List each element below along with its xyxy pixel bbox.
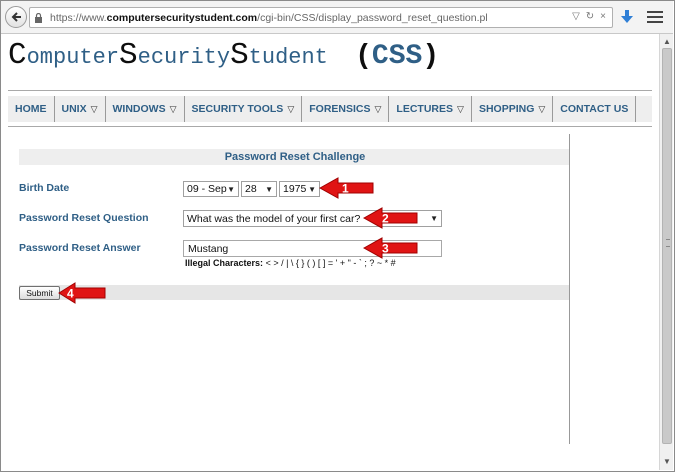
svg-text:4: 4 (67, 287, 74, 301)
chevron-down-icon: ▽ (169, 103, 177, 114)
nav-item-forensics[interactable]: FORENSICS ▽ (302, 96, 390, 122)
scroll-thumb[interactable] (662, 48, 672, 444)
chevron-down-icon: ▼ (227, 185, 235, 194)
reset-answer-label: Password Reset Answer (19, 242, 141, 254)
birth-month-select[interactable]: 09 - Sep ▼ (183, 181, 239, 197)
content-divider (569, 134, 570, 444)
reset-question-label: Password Reset Question (19, 212, 149, 224)
chevron-down-icon: ▽ (457, 103, 464, 114)
dropdown-history-icon[interactable]: ▽ (572, 11, 580, 22)
nav-divider-top (8, 90, 652, 91)
chevron-down-icon: ▽ (538, 103, 546, 114)
chevron-down-icon: ▽ (287, 103, 295, 114)
birth-day-select[interactable]: 28 ▼ (241, 181, 277, 197)
svg-text:2: 2 (382, 212, 389, 226)
scroll-down-icon[interactable]: ▼ (662, 457, 672, 467)
nav-item-shopping[interactable]: SHOPPING ▽ (472, 96, 554, 122)
download-button[interactable] (619, 8, 635, 26)
url-prefix: https://www. (50, 11, 107, 24)
annotation-arrow-4: 4 (58, 282, 106, 304)
chevron-down-icon: ▼ (430, 214, 438, 223)
menu-icon (647, 11, 663, 14)
download-icon (621, 10, 633, 23)
chevron-down-icon: ▼ (265, 185, 273, 194)
reload-icon[interactable]: ↻ (586, 11, 594, 22)
stop-icon[interactable]: × (600, 11, 606, 22)
browser-toolbar: https://www.computersecuritystudent.com/… (1, 1, 673, 34)
vertical-scrollbar[interactable]: ▲ ▼ (659, 34, 673, 470)
address-bar[interactable]: https://www.computersecuritystudent.com/… (29, 7, 613, 28)
chevron-down-icon: ▽ (90, 103, 98, 114)
form-title: Password Reset Challenge (19, 149, 569, 165)
lock-icon (34, 12, 48, 23)
back-arrow-icon (11, 12, 21, 22)
url-text: https://www.computersecuritystudent.com/… (50, 12, 488, 24)
annotation-arrow-2: 2 (362, 207, 418, 229)
nav-item-home[interactable]: HOME (8, 96, 55, 122)
nav-item-windows[interactable]: WINDOWS ▽ (106, 96, 185, 122)
nav-item-unix[interactable]: UNIX ▽ (55, 96, 106, 122)
menu-button[interactable] (646, 8, 664, 26)
svg-text:3: 3 (382, 242, 389, 256)
chevron-down-icon: ▽ (374, 103, 382, 114)
nav-divider-bottom (8, 126, 652, 127)
svg-text:1: 1 (342, 182, 349, 196)
main-nav: HOME UNIX ▽ WINDOWS ▽ SECURITY TOOLS ▽ FORE… (8, 96, 652, 122)
chevron-down-icon: ▼ (308, 185, 316, 194)
nav-item-lectures[interactable]: LECTURES ▽ (389, 96, 472, 122)
annotation-arrow-1: 1 (318, 177, 374, 199)
url-domain: computersecuritystudent.com (106, 11, 258, 24)
url-path: /cgi-bin/CSS/display_password_reset_ques… (257, 11, 488, 24)
nav-item-contact-us[interactable]: CONTACT US (553, 96, 637, 122)
annotation-arrow-3: 3 (362, 237, 418, 259)
scroll-up-icon[interactable]: ▲ (662, 37, 672, 47)
birth-date-label: Birth Date (19, 182, 70, 194)
site-title: ComputerSecurityStudent (CSS) (8, 38, 440, 73)
back-button[interactable] (5, 6, 27, 28)
nav-item-security-tools[interactable]: SECURITY TOOLS ▽ (185, 96, 303, 122)
submit-button[interactable]: Submit (19, 286, 60, 300)
birth-year-select[interactable]: 1975 ▼ (279, 181, 320, 197)
